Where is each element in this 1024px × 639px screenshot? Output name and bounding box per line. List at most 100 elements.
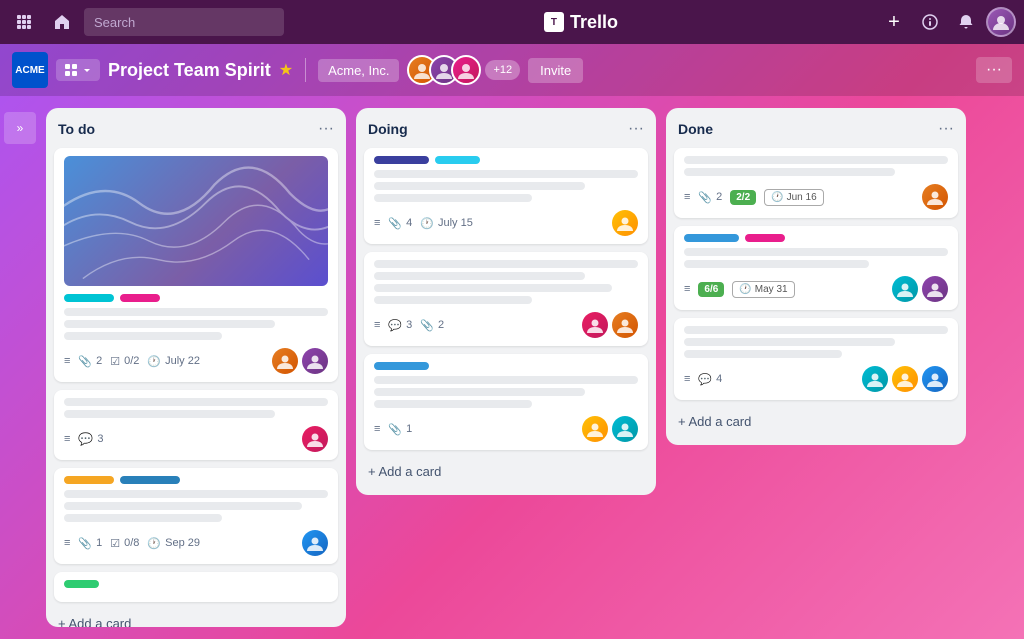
column-header-doing: Doing ··· [364, 118, 648, 140]
column-todo: To do ··· ≡ [46, 108, 346, 627]
sidebar-toggle-button[interactable]: » [4, 112, 36, 144]
card-line [64, 502, 302, 510]
card-footer: ≡ 📎 2 ☑ 0/2 🕐 July 22 [64, 348, 328, 374]
user-avatar[interactable] [986, 7, 1016, 37]
card-comment-meta: 💬 4 [698, 373, 722, 386]
card-attach-meta: 📎 1 [78, 537, 102, 550]
board-menu-button[interactable] [56, 59, 100, 81]
card-attach-meta: 📎 2 [420, 319, 444, 332]
card-tags [374, 362, 638, 370]
add-card-button-done[interactable]: + Add a card [674, 408, 958, 435]
card-tags [374, 156, 638, 164]
card-list-icon: ≡ [374, 319, 380, 331]
card-avatar [612, 210, 638, 236]
card-list-icon: ≡ [64, 433, 70, 445]
notifications-button[interactable] [950, 6, 982, 38]
column-more-todo[interactable]: ··· [318, 120, 334, 138]
card-tags [64, 580, 328, 588]
clock-icon: 🕐 [771, 192, 783, 203]
tag-hot-pink [745, 234, 785, 242]
tag-blue [120, 476, 180, 484]
workspace-button[interactable]: Acme, Inc. [318, 59, 399, 82]
column-more-done[interactable]: ··· [938, 120, 954, 138]
search-input[interactable] [84, 8, 284, 36]
card-list-icon: ≡ [684, 283, 690, 295]
card-lines [684, 248, 948, 268]
card-attach-meta: 📎 4 [388, 217, 412, 230]
grid-menu-button[interactable] [8, 6, 40, 38]
card-done-1[interactable]: ≡ 📎 2 2/2 🕐 Jun 16 [674, 148, 958, 218]
card-avatar [302, 348, 328, 374]
column-more-doing[interactable]: ··· [628, 120, 644, 138]
card-line [374, 260, 638, 268]
home-button[interactable] [46, 6, 78, 38]
card-avatars [612, 210, 638, 236]
card-doing-3[interactable]: ≡ 📎 1 [364, 354, 648, 450]
card-avatars [272, 348, 328, 374]
card-doing-1[interactable]: ≡ 📎 4 🕐 July 15 [364, 148, 648, 244]
card-line [64, 320, 275, 328]
check-icon: ☑ [110, 537, 120, 550]
add-button[interactable]: + [878, 6, 910, 38]
attach-icon: 📎 [78, 537, 92, 550]
column-doing: Doing ··· ≡ 📎 4 🕐 Jul [356, 108, 656, 495]
date-badge: 🕐 Jun 16 [764, 189, 823, 206]
tag-cyan [64, 294, 114, 302]
card-line [684, 350, 842, 358]
card-attach-meta: 📎 2 [698, 191, 722, 204]
card-list-icon: ≡ [64, 537, 70, 549]
card-todo-4[interactable] [54, 572, 338, 602]
card-image [64, 156, 328, 286]
card-avatars [302, 426, 328, 452]
tag-yellow [64, 476, 114, 484]
card-footer: ≡ 💬 4 [684, 366, 948, 392]
nav-right: + [878, 6, 1016, 38]
member-avatars: +12 [407, 55, 520, 85]
invite-button[interactable]: Invite [528, 58, 583, 83]
card-avatar [612, 416, 638, 442]
card-list-icon: ≡ [64, 355, 70, 367]
card-todo-3[interactable]: ≡ 📎 1 ☑ 0/8 🕐 Sep 29 [54, 468, 338, 564]
card-done-3[interactable]: ≡ 💬 4 [674, 318, 958, 400]
card-lines [374, 170, 638, 202]
star-button[interactable]: ★ [279, 60, 293, 80]
card-line [374, 272, 585, 280]
date-icon: 🕐 [420, 217, 434, 230]
tag-blue-light [435, 156, 480, 164]
column-title-todo: To do [58, 121, 95, 137]
card-avatars [892, 276, 948, 302]
card-done-2[interactable]: ≡ 6/6 🕐 May 31 [674, 226, 958, 310]
card-date-meta: 🕐 Sep 29 [147, 537, 200, 550]
card-list-icon: ≡ [374, 217, 380, 229]
card-list-icon: ≡ [374, 423, 380, 435]
card-lines [374, 260, 638, 304]
info-button[interactable] [914, 6, 946, 38]
card-todo-1[interactable]: ≡ 📎 2 ☑ 0/2 🕐 July 22 [54, 148, 338, 382]
tag-pink [120, 294, 160, 302]
add-card-button-doing[interactable]: + Add a card [364, 458, 648, 485]
card-avatar [892, 366, 918, 392]
tag-green [64, 580, 99, 588]
card-line [684, 260, 869, 268]
card-footer: ≡ 📎 4 🕐 July 15 [374, 210, 638, 236]
card-todo-2[interactable]: ≡ 💬 3 [54, 390, 338, 460]
card-line [374, 296, 532, 304]
add-card-button-todo[interactable]: + Add a card [54, 610, 338, 627]
board-more-button[interactable]: ··· [976, 57, 1012, 83]
card-comment-meta: 💬 3 [388, 319, 412, 332]
tag-blue2 [374, 362, 429, 370]
member-avatar-3[interactable] [451, 55, 481, 85]
card-lines [64, 308, 328, 340]
card-line [374, 376, 638, 384]
date-icon: 🕐 [147, 355, 161, 368]
card-tags [64, 294, 328, 302]
card-line [684, 156, 948, 164]
card-line [64, 398, 328, 406]
board-title: Project Team Spirit [108, 60, 271, 81]
card-doing-2[interactable]: ≡ 💬 3 📎 2 [364, 252, 648, 346]
member-count[interactable]: +12 [485, 60, 520, 80]
card-avatars [922, 184, 948, 210]
card-footer: ≡ 💬 3 📎 2 [374, 312, 638, 338]
card-list-icon: ≡ [684, 191, 690, 203]
card-line [374, 182, 585, 190]
